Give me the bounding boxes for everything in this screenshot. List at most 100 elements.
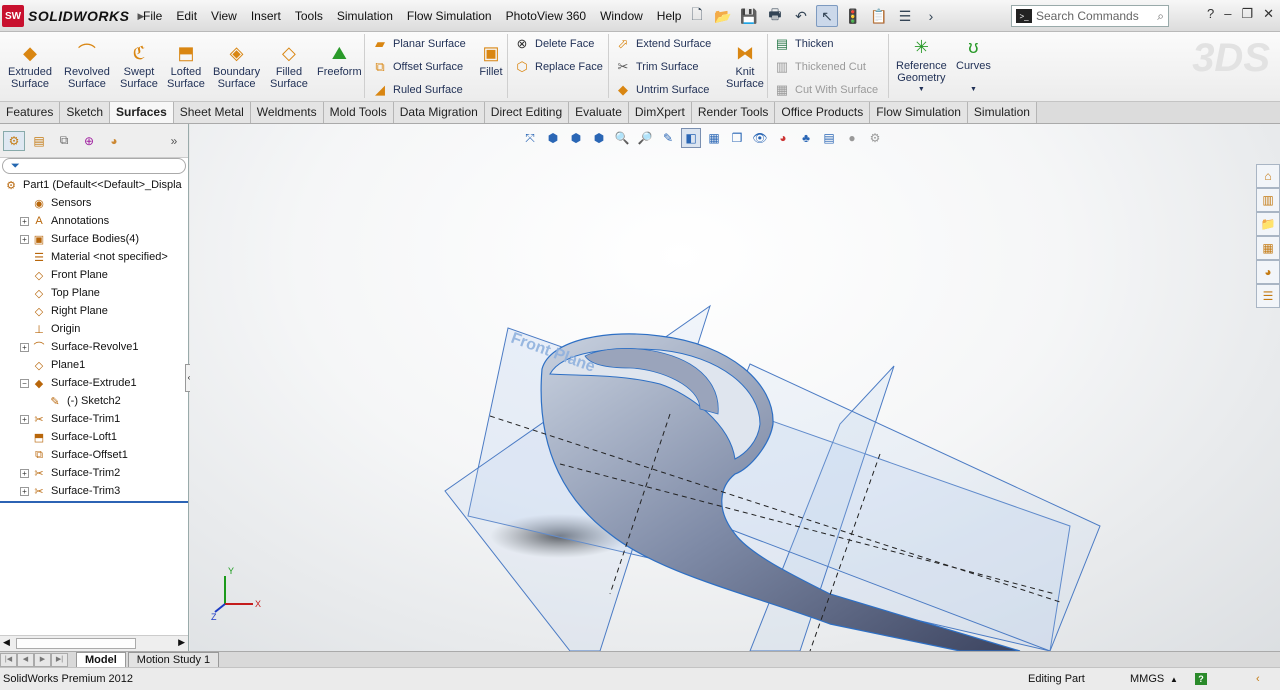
tree-item[interactable]: ☰ Material <not specified> (0, 248, 188, 266)
design-library-icon[interactable]: ▥ (1256, 188, 1280, 212)
menu-file[interactable]: File (136, 7, 169, 25)
tab-sheet-metal[interactable]: Sheet Metal (173, 102, 251, 123)
tree-item[interactable]: + ✂ Surface-Trim2 (0, 464, 188, 482)
tree-item[interactable]: ⚙ Part1 (Default<<Default>_Displa (0, 176, 188, 194)
extruded-surface-button[interactable]: ◆ Extruded Surface (8, 42, 52, 90)
trim-surface-button[interactable]: ✂ Trim Surface (615, 57, 699, 77)
open-folder-icon[interactable]: 📂 (712, 5, 734, 27)
tab-flow-simulation[interactable]: Flow Simulation (870, 102, 968, 123)
tree-item[interactable]: + A Annotations (0, 212, 188, 230)
tab-dimxpert[interactable]: DimXpert (628, 102, 692, 123)
bottom-tab-motion-study-1[interactable]: Motion Study 1 (127, 651, 220, 668)
first-tab-icon[interactable]: |◀ (0, 652, 17, 667)
menu-window[interactable]: Window (593, 7, 650, 25)
bottom-tab-model[interactable]: Model (76, 651, 126, 668)
extend-surface-button[interactable]: ⬀ Extend Surface (615, 34, 712, 54)
menu-edit[interactable]: Edit (169, 7, 204, 25)
tab-weldments[interactable]: Weldments (250, 102, 324, 123)
tree-item[interactable]: + ⌒ Surface-Revolve1 (0, 338, 188, 356)
collapse-status-icon[interactable]: ‹ (1256, 673, 1260, 685)
status-units[interactable]: MMGS (1130, 673, 1164, 685)
property-manager-tab-icon[interactable]: ▤ (28, 131, 50, 151)
tab-direct-editing[interactable]: Direct Editing (484, 102, 570, 123)
reference-geometry-button[interactable]: ✳ Reference Geometry ▼ (896, 36, 947, 96)
freeform-button[interactable]: ⛰ Freeform (317, 42, 362, 78)
scroll-thumb[interactable] (16, 638, 136, 649)
prev-tab-icon[interactable]: ◀ (17, 652, 34, 667)
tree-expand-icon[interactable]: + (20, 468, 29, 478)
tree-expand-icon[interactable]: + (20, 234, 29, 244)
delete-face-button[interactable]: ⊗ Delete Face (514, 34, 595, 54)
tab-render-tools[interactable]: Render Tools (691, 102, 776, 123)
filled-surface-button[interactable]: ◇ Filled Surface (270, 42, 308, 90)
tree-expand-icon[interactable]: + (20, 342, 29, 352)
close-icon[interactable]: ✕ (1263, 6, 1274, 22)
tab-features[interactable]: Features (0, 102, 61, 123)
undo-icon[interactable]: ↶ (790, 5, 812, 27)
rebuild-traffic-light-icon[interactable]: 🚦 (842, 5, 864, 27)
view-palette-icon[interactable]: ▦ (1256, 236, 1280, 260)
tree-item[interactable]: ◇ Front Plane (0, 266, 188, 284)
tree-item[interactable]: ◉ Sensors (0, 194, 188, 212)
units-arrow-icon[interactable]: ▲ (1170, 675, 1178, 684)
dimxpert-manager-tab-icon[interactable]: ⊕ (78, 131, 100, 151)
tree-filter-input[interactable]: ⏷ (2, 158, 186, 174)
menu-tools[interactable]: Tools (288, 7, 330, 25)
display-manager-tab-icon[interactable]: ◕ (103, 131, 125, 151)
tree-expand-icon[interactable]: − (20, 378, 29, 388)
tree-expand-icon[interactable]: + (20, 486, 29, 496)
solidworks-resources-icon[interactable]: ⌂ (1256, 164, 1280, 188)
print-icon[interactable]: 🖶 (764, 5, 786, 27)
file-explorer-icon[interactable]: 📁 (1256, 212, 1280, 236)
tree-item[interactable]: + ✂ Surface-Trim3 (0, 482, 188, 500)
save-icon[interactable]: 💾 (738, 5, 760, 27)
scroll-right-icon[interactable]: ▶ (178, 637, 185, 648)
replace-face-button[interactable]: ⬡ Replace Face (514, 57, 603, 77)
tab-sketch[interactable]: Sketch (60, 102, 111, 123)
appearances-scenes-icon[interactable]: ◕ (1256, 260, 1280, 284)
curves-button[interactable]: ʊ Curves ▼ (956, 36, 991, 96)
help-icon[interactable]: ? (1207, 6, 1214, 22)
tree-item[interactable]: − ◆ Surface-Extrude1 (0, 374, 188, 392)
tree-item[interactable]: ✎ (-) Sketch2 (0, 392, 188, 410)
tree-expand-icon[interactable]: + (20, 414, 29, 424)
feature-manager-tab-icon[interactable]: ⚙ (3, 130, 25, 151)
menu-photoview-360[interactable]: PhotoView 360 (499, 7, 594, 25)
tab-surfaces[interactable]: Surfaces (110, 102, 174, 123)
menu-simulation[interactable]: Simulation (330, 7, 400, 25)
planar-surface-button[interactable]: ▰ Planar Surface (372, 34, 466, 54)
options-icon[interactable]: ☰ (894, 5, 916, 27)
thickened-cut-button[interactable]: ▥ Thickened Cut (774, 57, 866, 77)
revolved-surface-button[interactable]: ⌒ Revolved Surface (64, 42, 110, 90)
tab-data-migration[interactable]: Data Migration (393, 102, 485, 123)
untrim-surface-button[interactable]: ◆ Untrim Surface (615, 80, 709, 100)
next-tab-icon[interactable]: ▶ (34, 652, 51, 667)
restore-icon[interactable]: ❐ (1241, 6, 1253, 22)
lofted-surface-button[interactable]: ⬒ Lofted Surface (167, 42, 205, 90)
tree-expand-icon[interactable]: + (20, 216, 29, 226)
cut-with-surface-button[interactable]: ▦ Cut With Surface (774, 80, 878, 100)
offset-surface-button[interactable]: ⧉ Offset Surface (372, 57, 463, 77)
tab-evaluate[interactable]: Evaluate (569, 102, 629, 123)
graphics-area[interactable]: ⤧ ⬢ ⬢ ⬢ 🔍 🔎 ✎ ◧ ▦ ❒ 👁 ◕ ♣ ▤ ● ⚙ ▭ ▭ – ❐ … (190, 124, 1280, 651)
custom-properties-icon[interactable]: ☰ (1256, 284, 1280, 308)
menu-help[interactable]: Help (650, 7, 689, 25)
ruled-surface-button[interactable]: ◢ Ruled Surface (372, 80, 463, 100)
configuration-manager-tab-icon[interactable]: ⧉ (53, 131, 75, 151)
file-properties-icon[interactable]: 📋 (868, 5, 890, 27)
tree-item[interactable]: + ▣ Surface Bodies(4) (0, 230, 188, 248)
expand-panel-icon[interactable]: » (163, 131, 185, 151)
tree-item[interactable]: ⬒ Surface-Loft1 (0, 428, 188, 446)
fillet-button[interactable]: ▣ Fillet (479, 42, 503, 78)
new-document-icon[interactable]: 🗋 (686, 5, 708, 27)
search-commands-box[interactable]: >_ Search Commands ⌕ (1011, 5, 1169, 27)
tab-mold-tools[interactable]: Mold Tools (323, 102, 394, 123)
last-tab-icon[interactable]: ▶| (51, 652, 68, 667)
minimize-icon[interactable]: – (1224, 6, 1231, 22)
status-help-icon[interactable]: ? (1195, 673, 1207, 685)
app-logo[interactable]: SW SOLIDWORKS ▶ (2, 4, 144, 28)
swept-surface-button[interactable]: ℭ Swept Surface (120, 42, 158, 90)
more-tools-icon[interactable]: › (920, 5, 942, 27)
menu-insert[interactable]: Insert (244, 7, 288, 25)
tree-item[interactable]: ◇ Plane1 (0, 356, 188, 374)
